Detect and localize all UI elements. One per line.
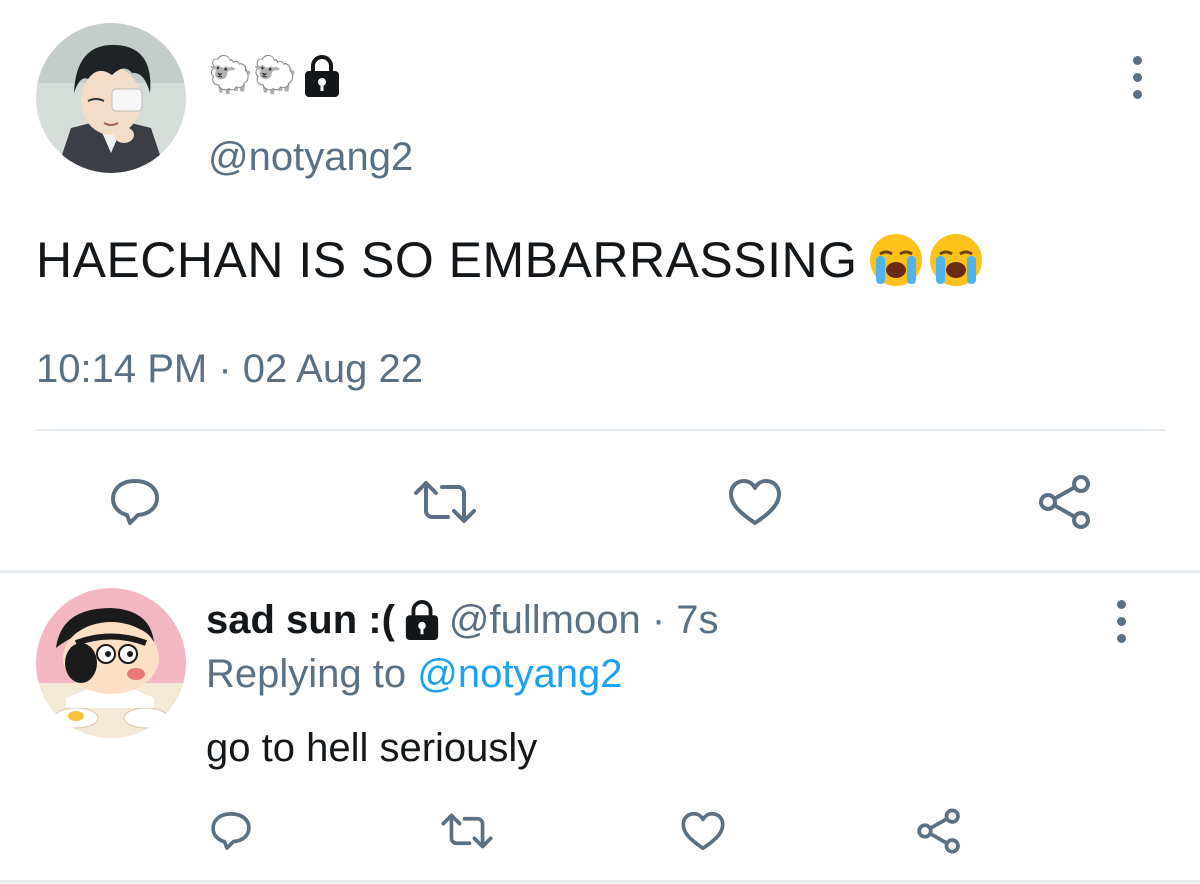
reply-reply-button[interactable] <box>203 806 259 856</box>
lock-icon <box>302 54 342 98</box>
reply-icon <box>211 812 251 850</box>
retweet-icon <box>441 813 493 849</box>
share-icon <box>1039 475 1090 529</box>
lock-icon <box>403 599 441 641</box>
thread-divider <box>0 570 1200 573</box>
like-icon <box>681 811 725 851</box>
anime-avatar-image <box>36 23 186 173</box>
reply-like-button[interactable] <box>674 806 732 856</box>
reply-handle-time[interactable]: @fullmoon · 7s <box>449 596 719 644</box>
reply-share-button[interactable] <box>910 804 968 858</box>
share-icon <box>917 808 960 854</box>
reply-retweet-button[interactable] <box>434 806 500 856</box>
display-name-emoji: 🐑🐑 <box>208 55 298 96</box>
replying-to-mention[interactable]: @notyang2 <box>417 652 622 696</box>
reply-header: sad sun :( @fullmoon · 7s <box>206 596 719 644</box>
main-more-options-icon[interactable] <box>1122 56 1152 99</box>
main-avatar[interactable] <box>36 23 186 173</box>
main-handle[interactable]: @notyang2 <box>208 133 413 181</box>
replying-to-label: Replying to <box>206 652 407 696</box>
retweet-icon <box>414 481 476 523</box>
reply-tweet-text: go to hell seriously <box>206 726 538 770</box>
like-icon <box>729 479 781 525</box>
bottom-divider <box>0 880 1200 883</box>
main-display-name: 🐑🐑 <box>208 52 342 100</box>
loudly-crying-face-icon <box>929 234 982 286</box>
main-share-button[interactable] <box>1030 470 1100 534</box>
replying-to-line: Replying to @notyang2 <box>206 650 622 698</box>
loudly-crying-face-icon <box>869 234 922 286</box>
reply-icon <box>111 479 159 525</box>
reply-display-name[interactable]: sad sun :( <box>206 596 395 644</box>
main-tweet-body: HAECHAN IS SO EMBARRASSING <box>36 232 858 288</box>
main-divider <box>36 429 1166 431</box>
cartoon-avatar-image <box>36 588 186 738</box>
main-retweet-button[interactable] <box>405 472 485 532</box>
main-like-button[interactable] <box>720 472 790 532</box>
main-tweet-text: HAECHAN IS SO EMBARRASSING <box>36 230 984 290</box>
reply-more-options-icon[interactable] <box>1106 600 1136 643</box>
crying-face-emoji-pair <box>868 232 984 288</box>
reply-avatar[interactable] <box>36 588 186 738</box>
main-timestamp[interactable]: 10:14 PM · 02 Aug 22 <box>36 345 423 393</box>
main-reply-button[interactable] <box>100 472 170 532</box>
